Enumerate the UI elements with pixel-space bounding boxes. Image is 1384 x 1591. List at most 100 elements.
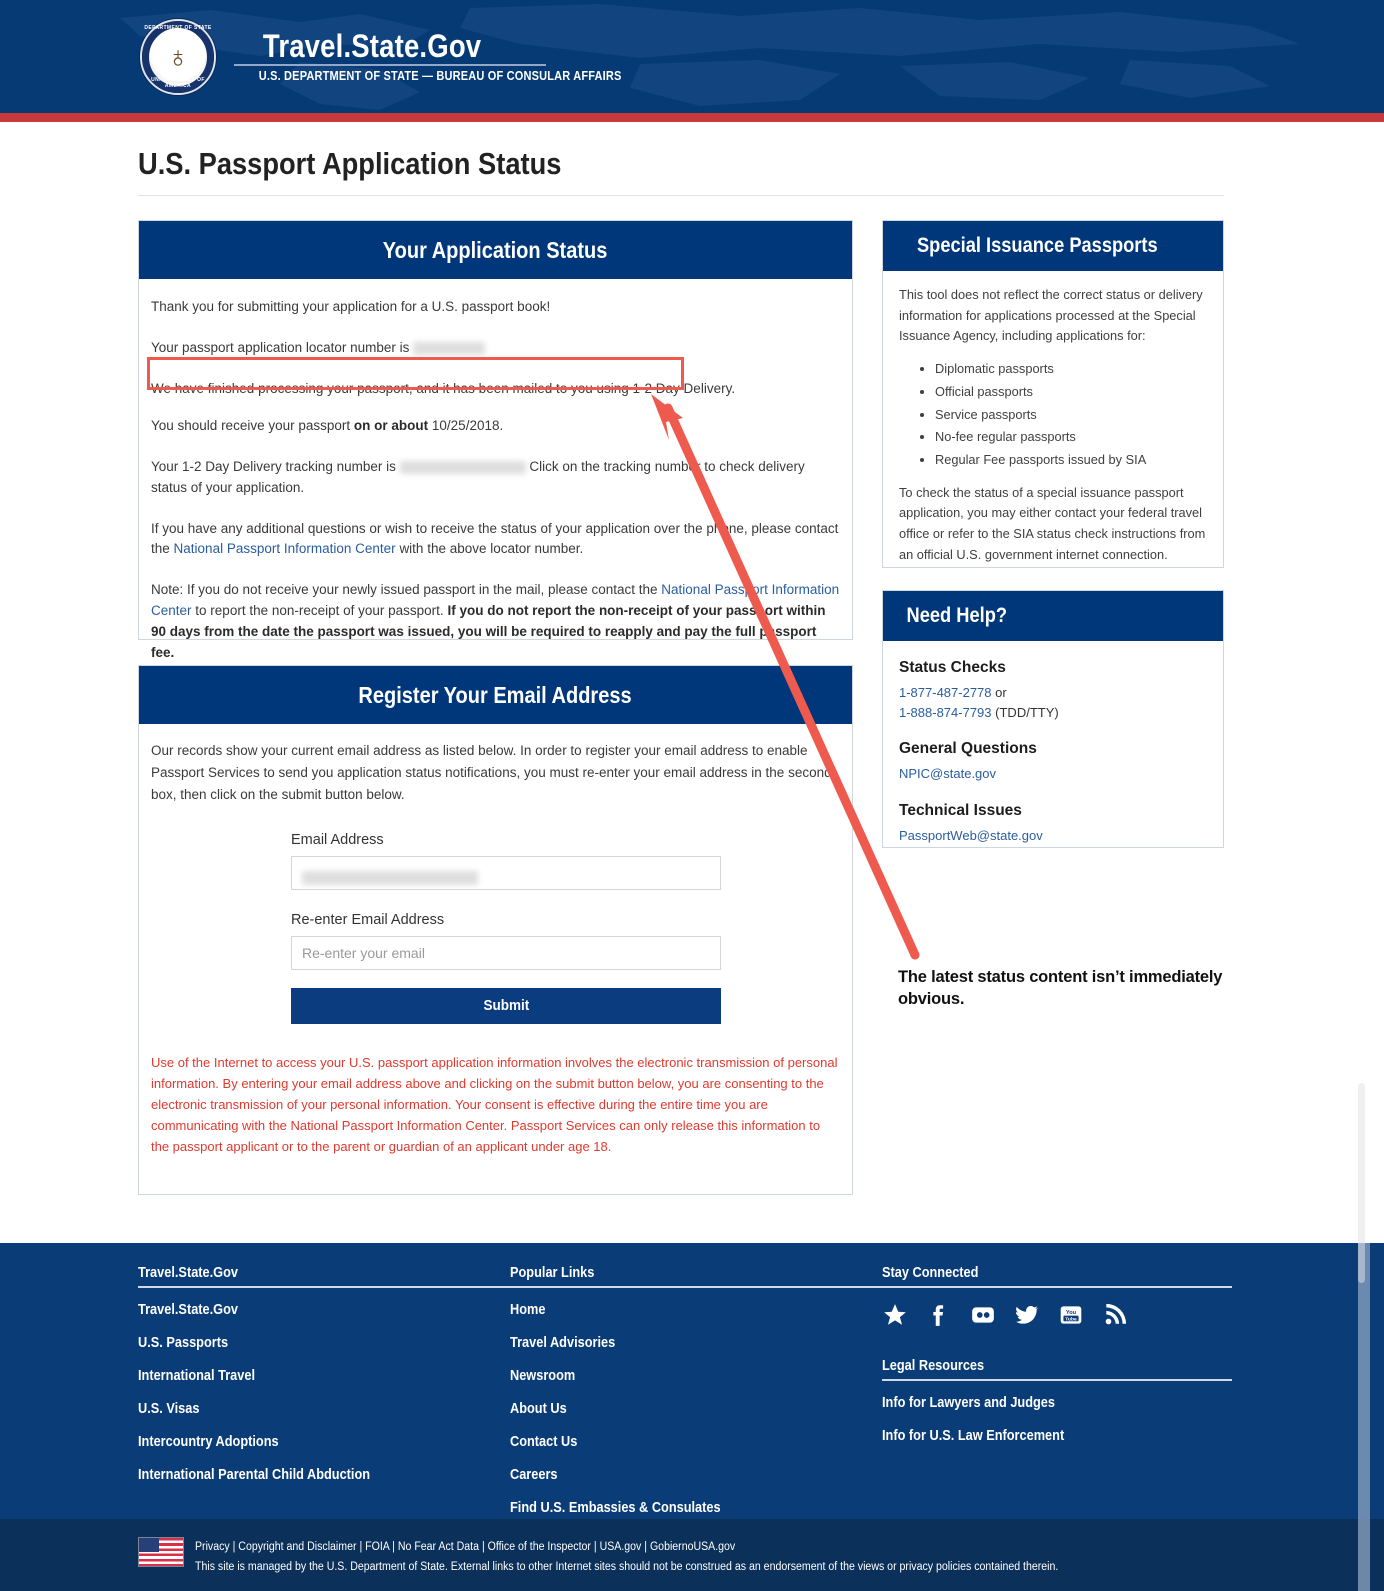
locator-number-line: Your passport application locator number… <box>151 338 840 359</box>
receive-prefix: You should receive your passport <box>151 417 351 433</box>
general-email-link[interactable]: NPIC@state.gov <box>899 766 996 781</box>
submit-button[interactable]: Submit <box>291 987 721 1024</box>
svg-text:You: You <box>1066 1310 1077 1316</box>
consent-disclaimer: Use of the Internet to access your U.S. … <box>151 1054 838 1154</box>
locator-number-redacted <box>413 341 486 355</box>
submit-button-label: Submit <box>483 997 529 1015</box>
thank-you-text: Thank you for submitting your applicatio… <box>151 299 551 314</box>
sia-bullet-list: Diplomatic passports Official passports … <box>899 359 1207 471</box>
list-item: Service passports <box>935 405 1207 426</box>
facebook-icon[interactable] <box>926 1302 952 1328</box>
technical-email-link[interactable]: PassportWeb@state.gov <box>899 828 1043 843</box>
eagle-glyph: ♁ <box>166 40 190 74</box>
bottom-links-line[interactable]: Privacy | Copyright and Disclaimer | FOI… <box>195 1537 1133 1557</box>
footer-column-popular: Popular Links Home Travel Advisories New… <box>510 1265 882 1533</box>
footer-link[interactable]: Contact Us <box>510 1434 882 1450</box>
need-help-heading: Need Help? <box>883 591 1223 641</box>
expected-delivery-line: You should receive your passport on or a… <box>151 416 840 437</box>
footer-link[interactable]: Info for U.S. Law Enforcement <box>882 1428 1232 1444</box>
register-email-intro: Our records show your current email addr… <box>151 743 832 802</box>
site-footer: Travel.State.Gov Travel.State.Gov U.S. P… <box>0 1243 1384 1519</box>
tracking-number-redacted[interactable] <box>399 460 526 474</box>
header-red-rule <box>0 113 1384 122</box>
seal-bottom-text: UNITED STATES OF AMERICA <box>151 76 205 89</box>
status-checks-label: Status Checks <box>899 659 1006 676</box>
us-flag-icon <box>138 1537 184 1567</box>
footer-link[interactable]: Careers <box>510 1467 882 1483</box>
footer-link[interactable]: Intercountry Adoptions <box>138 1434 510 1450</box>
reenter-email-input[interactable]: Re-enter your email <box>291 935 721 970</box>
locator-prefix: Your passport application locator number… <box>151 339 410 355</box>
general-questions-label: General Questions <box>899 740 1037 758</box>
questions-line: If you have any additional questions or … <box>151 519 840 561</box>
footer-link[interactable]: International Travel <box>138 1368 510 1384</box>
footer-link[interactable]: Travel Advisories <box>510 1335 882 1351</box>
site-header: DEPARTMENT OF STATE ♁ UNITED STATES OF A… <box>0 0 1384 113</box>
footer-column-connected: Stay Connected You Tube Legal Resources I… <box>882 1265 1232 1533</box>
note-text-middle: to report the non-receipt of your passpo… <box>195 603 444 619</box>
brand-divider <box>234 64 546 67</box>
footer-link[interactable]: Info for Lawyers and Judges <box>882 1395 1232 1411</box>
application-status-heading: Your Application Status <box>139 221 852 279</box>
note-line: Note: If you do not receive your newly i… <box>151 580 840 664</box>
phone-link-2[interactable]: 1-888-874-7793 <box>899 705 992 720</box>
scrollbar-strip[interactable] <box>1358 1243 1370 1591</box>
register-email-heading: Register Your Email Address <box>139 666 852 724</box>
sia-outro: To check the status of a special issuanc… <box>899 484 1206 562</box>
list-item: Official passports <box>935 382 1207 403</box>
social-icon-row: You Tube <box>882 1302 1232 1328</box>
brand-title: Travel.State.Gov <box>262 27 482 64</box>
phone-1-suffix: or <box>995 685 1007 701</box>
site-brand[interactable]: Travel.State.Gov U.S. DEPARTMENT OF STAT… <box>234 27 646 84</box>
footer-heading-popular: Popular Links <box>510 1265 882 1288</box>
footer-link[interactable]: International Parental Child Abduction <box>138 1467 510 1483</box>
email-address-label: Email Address <box>291 831 384 848</box>
annotation-label: The latest status content isn’t immediat… <box>898 968 1223 1009</box>
tracking-number-line: Your 1-2 Day Delivery tracking number is… <box>151 457 840 499</box>
rss-icon[interactable] <box>1102 1302 1128 1328</box>
list-item: Diplomatic passports <box>935 359 1207 380</box>
footer-link[interactable]: About Us <box>510 1401 882 1417</box>
youtube-icon[interactable]: YouTube <box>1058 1302 1084 1328</box>
footer-column-travel: Travel.State.Gov Travel.State.Gov U.S. P… <box>138 1265 510 1533</box>
list-item: Regular Fee passports issued by SIA <box>935 450 1207 471</box>
flickr-icon[interactable] <box>970 1302 996 1328</box>
star-icon[interactable] <box>882 1302 908 1328</box>
status-checks-phone-1-line: 1-877-487-2778 or <box>899 683 1207 703</box>
footer-link[interactable]: Newsroom <box>510 1368 882 1384</box>
twitter-icon[interactable] <box>1014 1302 1040 1328</box>
email-address-input[interactable] <box>291 855 721 890</box>
status-checks-phone-2-line: 1-888-874-7793 (TDD/TTY) <box>899 703 1207 723</box>
application-status-panel: Your Application Status Thank you for su… <box>138 220 853 660</box>
special-issuance-heading: Special Issuance Passports <box>883 221 1223 271</box>
page-title-divider <box>138 195 1224 196</box>
reenter-email-label: Re-enter Email Address <box>291 911 445 928</box>
npic-link-questions[interactable]: National Passport Information Center <box>174 541 396 556</box>
footer-heading-connected: Stay Connected <box>882 1265 1232 1288</box>
receive-bold: on or about <box>353 417 429 433</box>
brand-subtitle: U.S. DEPARTMENT OF STATE — BUREAU OF CON… <box>258 69 622 84</box>
seal-top-text: DEPARTMENT OF STATE <box>144 24 212 31</box>
footer-heading-travel: Travel.State.Gov <box>138 1265 510 1288</box>
footer-link[interactable]: Travel.State.Gov <box>138 1302 510 1318</box>
register-email-panel: Register Your Email Address Our records … <box>138 665 853 1195</box>
phone-link-1[interactable]: 1-877-487-2778 <box>899 685 992 700</box>
questions-text-after: with the above locator number. <box>399 541 584 557</box>
footer-heading-legal: Legal Resources <box>882 1358 1232 1381</box>
tracking-prefix: Your 1-2 Day Delivery tracking number is <box>151 458 396 474</box>
footer-link[interactable]: U.S. Passports <box>138 1335 510 1351</box>
phone-2-suffix: (TDD/TTY) <box>995 704 1059 720</box>
highlighted-status-text: We have finished processing your passpor… <box>151 380 736 396</box>
technical-issues-label: Technical Issues <box>899 801 1022 819</box>
receive-date: 10/25/2018. <box>431 417 504 433</box>
special-issuance-panel: Special Issuance Passports This tool doe… <box>882 220 1224 568</box>
footer-link[interactable]: U.S. Visas <box>138 1401 510 1417</box>
svg-text:Tube: Tube <box>1065 1316 1077 1322</box>
footer-link[interactable]: Find U.S. Embassies & Consulates <box>510 1500 882 1516</box>
department-of-state-seal-icon: DEPARTMENT OF STATE ♁ UNITED STATES OF A… <box>140 18 216 95</box>
footer-link[interactable]: Home <box>510 1302 882 1318</box>
email-value-redacted <box>302 871 478 886</box>
bottom-note-line: This site is managed by the U.S. Departm… <box>195 1561 1059 1574</box>
page-title: U.S. Passport Application Status <box>138 146 562 181</box>
list-item: No-fee regular passports <box>935 427 1207 448</box>
